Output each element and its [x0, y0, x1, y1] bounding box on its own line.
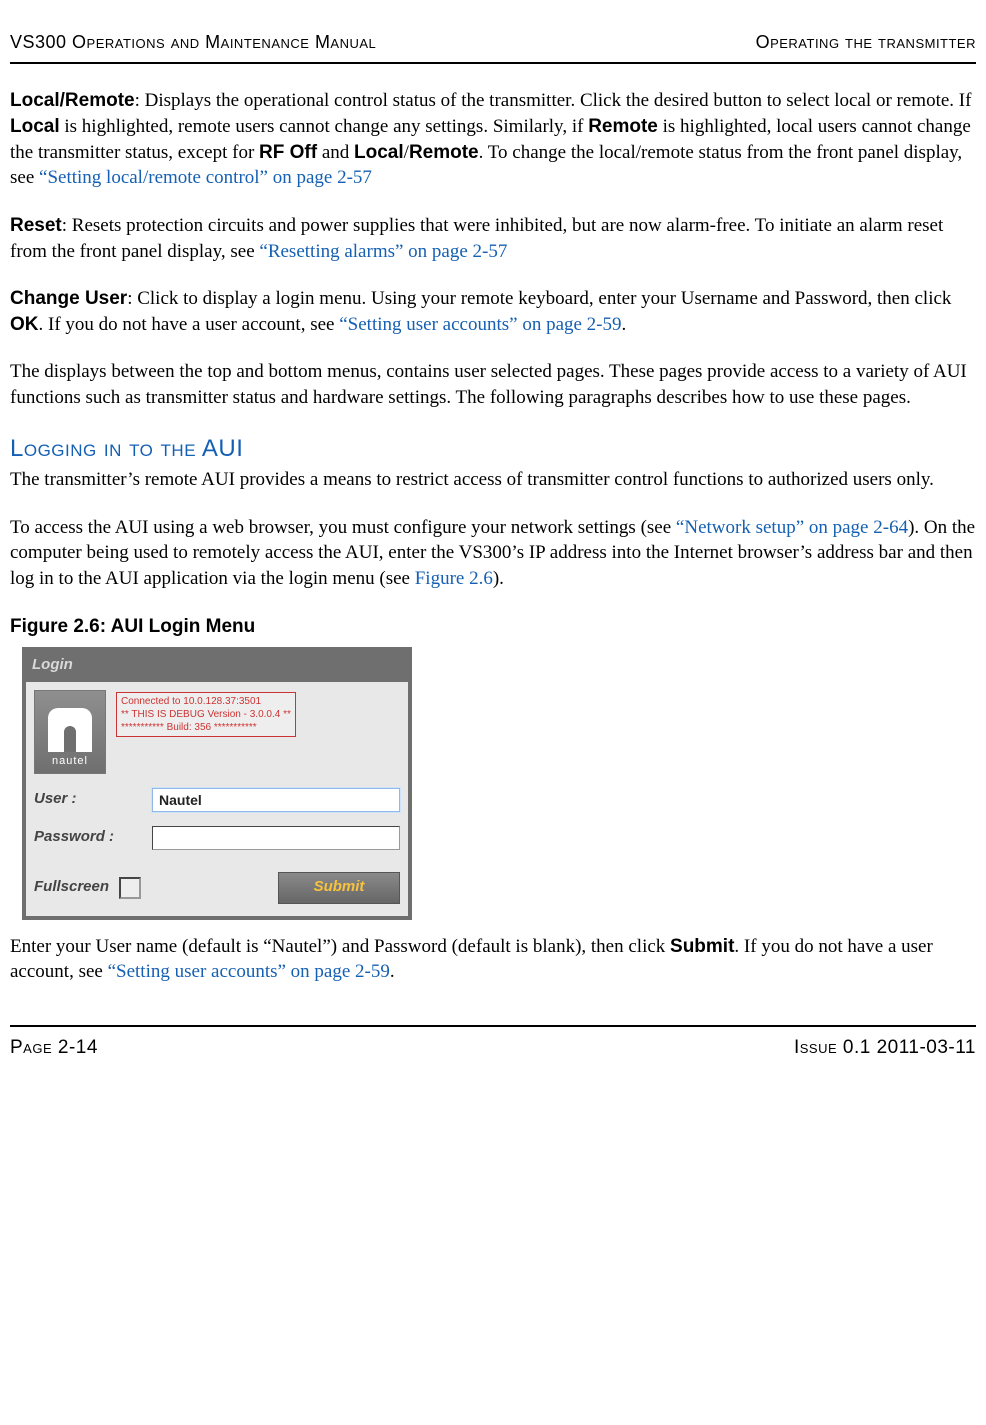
nautel-logo-icon: nautel: [34, 690, 106, 774]
text: is highlighted, remote users cannot chan…: [60, 116, 589, 137]
login-title: Login: [26, 651, 408, 681]
password-input[interactable]: [152, 826, 400, 850]
text: Enter your User name (default is “Nautel…: [10, 936, 670, 957]
text: .: [390, 961, 395, 982]
text: : Displays the operational control statu…: [135, 90, 972, 111]
user-input[interactable]: [152, 788, 400, 812]
text: To access the AUI using a web browser, y…: [10, 517, 676, 538]
link-figure-2-6[interactable]: Figure 2.6: [415, 568, 493, 589]
paragraph-change-user: Change User: Click to display a login me…: [10, 286, 976, 337]
link-setting-user-accounts-2[interactable]: “Setting user accounts” on page 2-59: [108, 961, 390, 982]
text: and: [317, 142, 354, 163]
page-header: VS300 Operations and Maintenance Manual …: [10, 30, 976, 64]
term-remote: Remote: [588, 116, 658, 137]
debug-line: ** THIS IS DEBUG Version - 3.0.0.4 **: [121, 708, 291, 721]
term-rf-off: RF Off: [259, 142, 317, 163]
term-remote2: Remote: [409, 142, 479, 163]
text: . If you do not have a user account, see: [39, 314, 340, 335]
link-resetting-alarms[interactable]: “Resetting alarms” on page 2-57: [259, 241, 507, 262]
figure-caption: Figure 2.6: AUI Login Menu: [10, 614, 976, 640]
heading-logging-in: Logging in to the AUI: [10, 433, 976, 465]
debug-message: Connected to 10.0.128.37:3501 ** THIS IS…: [116, 692, 296, 737]
link-setting-user-accounts[interactable]: “Setting user accounts” on page 2-59: [339, 314, 621, 335]
debug-line: *********** Build: 356 ***********: [121, 721, 291, 734]
fullscreen-checkbox[interactable]: [119, 877, 141, 899]
text: : Click to display a login menu. Using y…: [127, 288, 951, 309]
paragraph-restrict-access: The transmitter’s remote AUI provides a …: [10, 467, 976, 493]
login-window: Login nautel Connected to 10.0.128.37:35…: [22, 647, 412, 919]
link-setting-local-remote[interactable]: “Setting local/remote control” on page 2…: [39, 167, 372, 188]
term-submit: Submit: [670, 936, 734, 957]
paragraph-enter-username: Enter your User name (default is “Nautel…: [10, 934, 976, 985]
term-ok: OK: [10, 314, 39, 335]
term-local-remote: Local/Remote: [10, 90, 135, 111]
term-local: Local: [10, 116, 60, 137]
footer-left: Page 2-14: [10, 1035, 98, 1061]
paragraph-displays: The displays between the top and bottom …: [10, 359, 976, 410]
page-footer: Page 2-14 Issue 0.1 2011-03-11: [10, 1025, 976, 1061]
term-reset: Reset: [10, 215, 62, 236]
submit-button[interactable]: Submit: [278, 872, 400, 904]
user-label: User :: [34, 789, 144, 809]
logo-brand-text: nautel: [52, 754, 88, 773]
footer-right: Issue 0.1 2011-03-11: [794, 1035, 976, 1061]
fullscreen-label: Fullscreen: [34, 877, 109, 897]
term-change-user: Change User: [10, 288, 127, 309]
paragraph-local-remote: Local/Remote: Displays the operational c…: [10, 88, 976, 191]
header-left: VS300 Operations and Maintenance Manual: [10, 30, 376, 54]
text: .: [622, 314, 627, 335]
password-label: Password :: [34, 827, 144, 847]
paragraph-reset: Reset: Resets protection circuits and po…: [10, 213, 976, 264]
header-right: Operating the transmitter: [756, 30, 976, 54]
paragraph-access-aui: To access the AUI using a web browser, y…: [10, 515, 976, 592]
term-local2: Local: [354, 142, 404, 163]
login-body: nautel Connected to 10.0.128.37:3501 ** …: [26, 682, 408, 916]
debug-line: Connected to 10.0.128.37:3501: [121, 695, 291, 708]
text: ).: [493, 568, 504, 589]
link-network-setup[interactable]: “Network setup” on page 2-64: [676, 517, 908, 538]
